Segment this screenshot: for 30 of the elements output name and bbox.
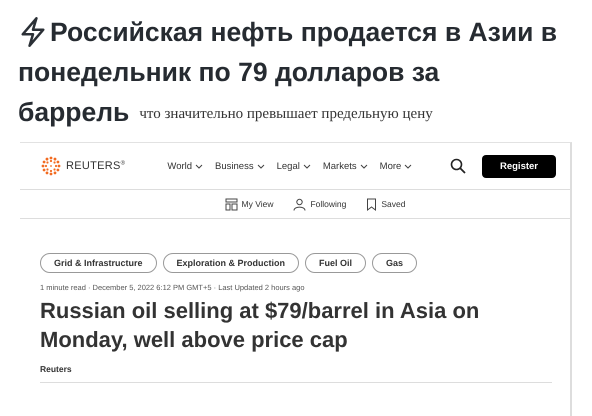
chevron-down-icon: [195, 164, 204, 168]
nav-link[interactable]: Markets: [322, 160, 368, 172]
topic-tag[interactable]: Exploration & Production: [162, 253, 300, 273]
subnav-link[interactable]: My View: [224, 198, 274, 210]
bookmark-icon: [366, 198, 378, 210]
chevron-down-icon: [360, 164, 368, 168]
subnav-link[interactable]: Following: [293, 198, 346, 210]
nav-link[interactable]: World: [167, 160, 204, 172]
nav-link[interactable]: Legal: [276, 160, 311, 172]
logo-text[interactable]: REUTERS$^{®}$: [66, 160, 126, 172]
logo-icon: [40, 155, 62, 177]
subnav-link[interactable]: Saved: [366, 198, 406, 210]
chevron-down-icon: [302, 164, 311, 168]
topic-tag[interactable]: Gas: [372, 253, 418, 273]
article-title: Russian oil selling at $79/barrel in Asia on Monday, well above price cap: [40, 297, 480, 354]
nav-link[interactable]: More: [380, 160, 412, 172]
author-link[interactable]: Reuters: [40, 364, 550, 374]
layout-icon: [224, 198, 238, 210]
register-button[interactable]: Register: [482, 154, 556, 178]
search-icon[interactable]: [450, 158, 466, 174]
headline: баррель: [18, 96, 130, 128]
nav-link[interactable]: Business: [215, 160, 265, 172]
chevron-down-icon: [404, 164, 412, 168]
subtitle: что значительно превышает предельную цену: [139, 106, 433, 122]
person-icon: [293, 198, 306, 210]
topic-tag[interactable]: Fuel Oil: [305, 253, 366, 273]
topic-tag[interactable]: Grid & Infrastructure: [40, 253, 157, 273]
chevron-down-icon: [256, 164, 265, 168]
headline: понедельник по 79 долларов за: [18, 56, 440, 88]
headline: Российская нефть продается в Азии в: [50, 16, 558, 48]
